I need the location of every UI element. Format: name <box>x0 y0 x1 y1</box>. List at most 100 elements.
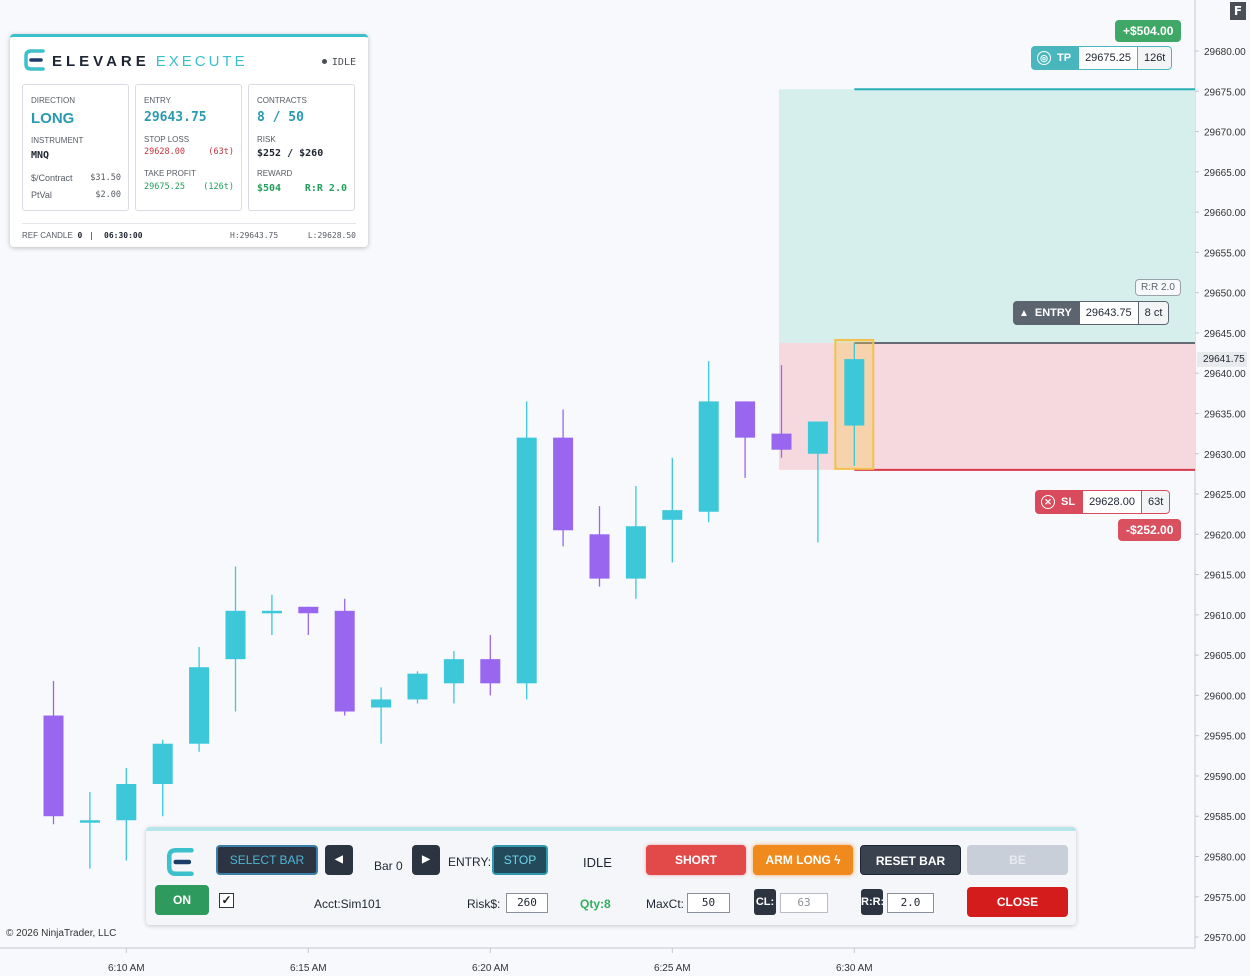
y-tick-label: 29655.00 <box>1204 248 1246 259</box>
instrument-value: MNQ <box>31 150 50 161</box>
y-tick-label: 29610.00 <box>1204 611 1246 622</box>
stop-label: STOP LOSS <box>144 135 190 144</box>
status-indicator: IDLE <box>321 57 356 68</box>
candle-body <box>79 820 100 823</box>
y-tick-label: 29605.00 <box>1204 651 1246 662</box>
sl-tag[interactable]: ✕ SL 29628.00 63t <box>1035 490 1171 514</box>
y-tick-label: 29645.00 <box>1204 329 1246 340</box>
x-tick-label: 6:20 AM <box>472 963 509 974</box>
lightning-icon: ϟ <box>834 853 841 867</box>
y-tick-label: 29570.00 <box>1204 933 1246 944</box>
candle-body <box>443 659 464 684</box>
elevare-logo-icon <box>166 847 194 877</box>
per-contract-value: $31.50 <box>90 173 121 183</box>
contracts-card: CONTRACTS 8 / 50 RISK $252 / $260 REWARD… <box>248 84 355 211</box>
tp-value: 29675.25 <box>144 182 185 192</box>
x-tick-label: 6:10 AM <box>108 963 145 974</box>
info-header: ELEVARE EXECUTE IDLE <box>22 47 356 77</box>
tp-tag[interactable]: ◎ TP 29675.25 126t <box>1031 46 1173 70</box>
instrument-label: INSTRUMENT <box>31 136 84 145</box>
close-button[interactable]: CLOSE <box>967 887 1068 917</box>
arm-long-button[interactable]: ARM LONG ϟ <box>753 845 853 875</box>
entry-card: ENTRY 29643.75 STOP LOSS 29628.00 (63t) … <box>135 84 242 211</box>
trade-info-panel: ELEVARE EXECUTE IDLE DIRECTION LONG INSTR… <box>10 34 368 247</box>
y-tick-label: 29670.00 <box>1204 128 1246 139</box>
y-tick-label: 29675.00 <box>1204 87 1246 98</box>
entry-mode-label: ENTRY: <box>448 855 492 869</box>
ref-time: 06:30:00 <box>104 231 143 240</box>
account-label: Acct:Sim101 <box>314 897 382 911</box>
reward-label: REWARD <box>257 169 293 178</box>
on-toggle-button[interactable]: ON <box>155 885 209 915</box>
tp-ticks-count: 126t <box>1136 46 1173 70</box>
candle-body <box>698 401 719 512</box>
prev-bar-button[interactable]: ◀ <box>325 845 353 875</box>
y-tick-label: 29635.00 <box>1204 409 1246 420</box>
contracts-label: CONTRACTS <box>257 96 307 105</box>
y-tick-label: 29665.00 <box>1204 168 1246 179</box>
state-label: IDLE <box>583 855 612 870</box>
y-tick-label: 29640.00 <box>1204 369 1246 380</box>
next-bar-button[interactable]: ▶ <box>412 845 440 875</box>
elevare-logo-icon <box>24 49 45 71</box>
risk-input[interactable]: 260 <box>506 893 548 913</box>
enable-checkbox[interactable]: ✓ <box>219 893 234 908</box>
entry-mode-stop-button[interactable]: STOP <box>492 845 548 875</box>
tp-label: TAKE PROFIT <box>144 169 196 178</box>
y-tick-label: 29620.00 <box>1204 530 1246 541</box>
ptval-value: $2.00 <box>95 190 121 200</box>
entry-contracts: 8 ct <box>1137 301 1170 325</box>
breakeven-button[interactable]: BE <box>967 845 1068 875</box>
candle-body <box>371 699 392 708</box>
control-panel: SELECT BAR ◀ Bar 0 ▶ ENTRY: STOP IDLE SH… <box>146 827 1076 925</box>
candle-body <box>625 526 646 579</box>
candle-body <box>662 510 683 520</box>
y-tick-label: 29650.00 <box>1204 289 1246 300</box>
candle-body <box>261 610 282 614</box>
contracts-value: 8 / 50 <box>257 110 304 125</box>
candle-body <box>116 784 137 821</box>
entry-tag[interactable]: ▲ ENTRY 29643.75 8 ct <box>1013 301 1170 325</box>
y-tick-label: 29590.00 <box>1204 772 1246 783</box>
y-tick-label: 29575.00 <box>1204 893 1246 904</box>
brand-name: ELEVARE EXECUTE <box>52 53 248 70</box>
info-footer: REF CANDLE 0 | 06:30:00 H:29643.75 L:296… <box>22 223 356 243</box>
sl-pnl-badge: -$252.00 <box>1118 519 1182 541</box>
rr-input[interactable]: 2.0 <box>887 893 934 913</box>
reset-bar-button[interactable]: RESET BAR <box>860 845 961 875</box>
tp-pnl-badge: +$504.00 <box>1115 20 1182 42</box>
f-button[interactable]: F <box>1230 2 1246 20</box>
maxct-input[interactable]: 50 <box>687 893 730 913</box>
cl-label: CL: <box>754 889 776 915</box>
per-contract-label: $/Contract <box>31 173 73 183</box>
short-button[interactable]: SHORT <box>646 845 746 875</box>
maxct-label: MaxCt: <box>646 897 685 911</box>
candle-body <box>516 437 537 684</box>
y-tick-label: 29600.00 <box>1204 691 1246 702</box>
stop-ticks: (63t) <box>208 147 234 157</box>
x-tick-label: 6:25 AM <box>654 963 691 974</box>
x-tick-label: 6:15 AM <box>290 963 327 974</box>
select-bar-button[interactable]: SELECT BAR <box>216 845 318 875</box>
stop-x-icon: ✕ <box>1041 495 1055 509</box>
cl-input[interactable]: 63 <box>780 893 828 913</box>
ptval-label: PtVal <box>31 190 52 200</box>
entry-value: 29643.75 <box>144 110 207 125</box>
y-tick-label: 29660.00 <box>1204 208 1246 219</box>
candle-body <box>807 421 828 454</box>
rr-chip: R:R 2.0 <box>1135 279 1181 296</box>
candle-body <box>735 401 756 438</box>
risk-value: $252 / $260 <box>257 148 324 159</box>
candle-body <box>225 610 246 660</box>
ref-candle: REF CANDLE 0 <box>22 231 83 240</box>
entry-label: ENTRY <box>144 96 171 105</box>
copyright: © 2026 NinjaTrader, LLC <box>6 928 117 939</box>
ref-high: H:29643.75 <box>230 231 279 240</box>
reward-value: $504 <box>257 183 282 194</box>
candle-body <box>298 606 319 614</box>
qty-label: Qty:8 <box>580 897 611 911</box>
entry-price: 29643.75 <box>1079 301 1138 325</box>
rr-value: R:R 2.0 <box>304 183 347 194</box>
x-tick-label: 6:30 AM <box>836 963 873 974</box>
brand-sub: EXECUTE <box>155 53 248 70</box>
